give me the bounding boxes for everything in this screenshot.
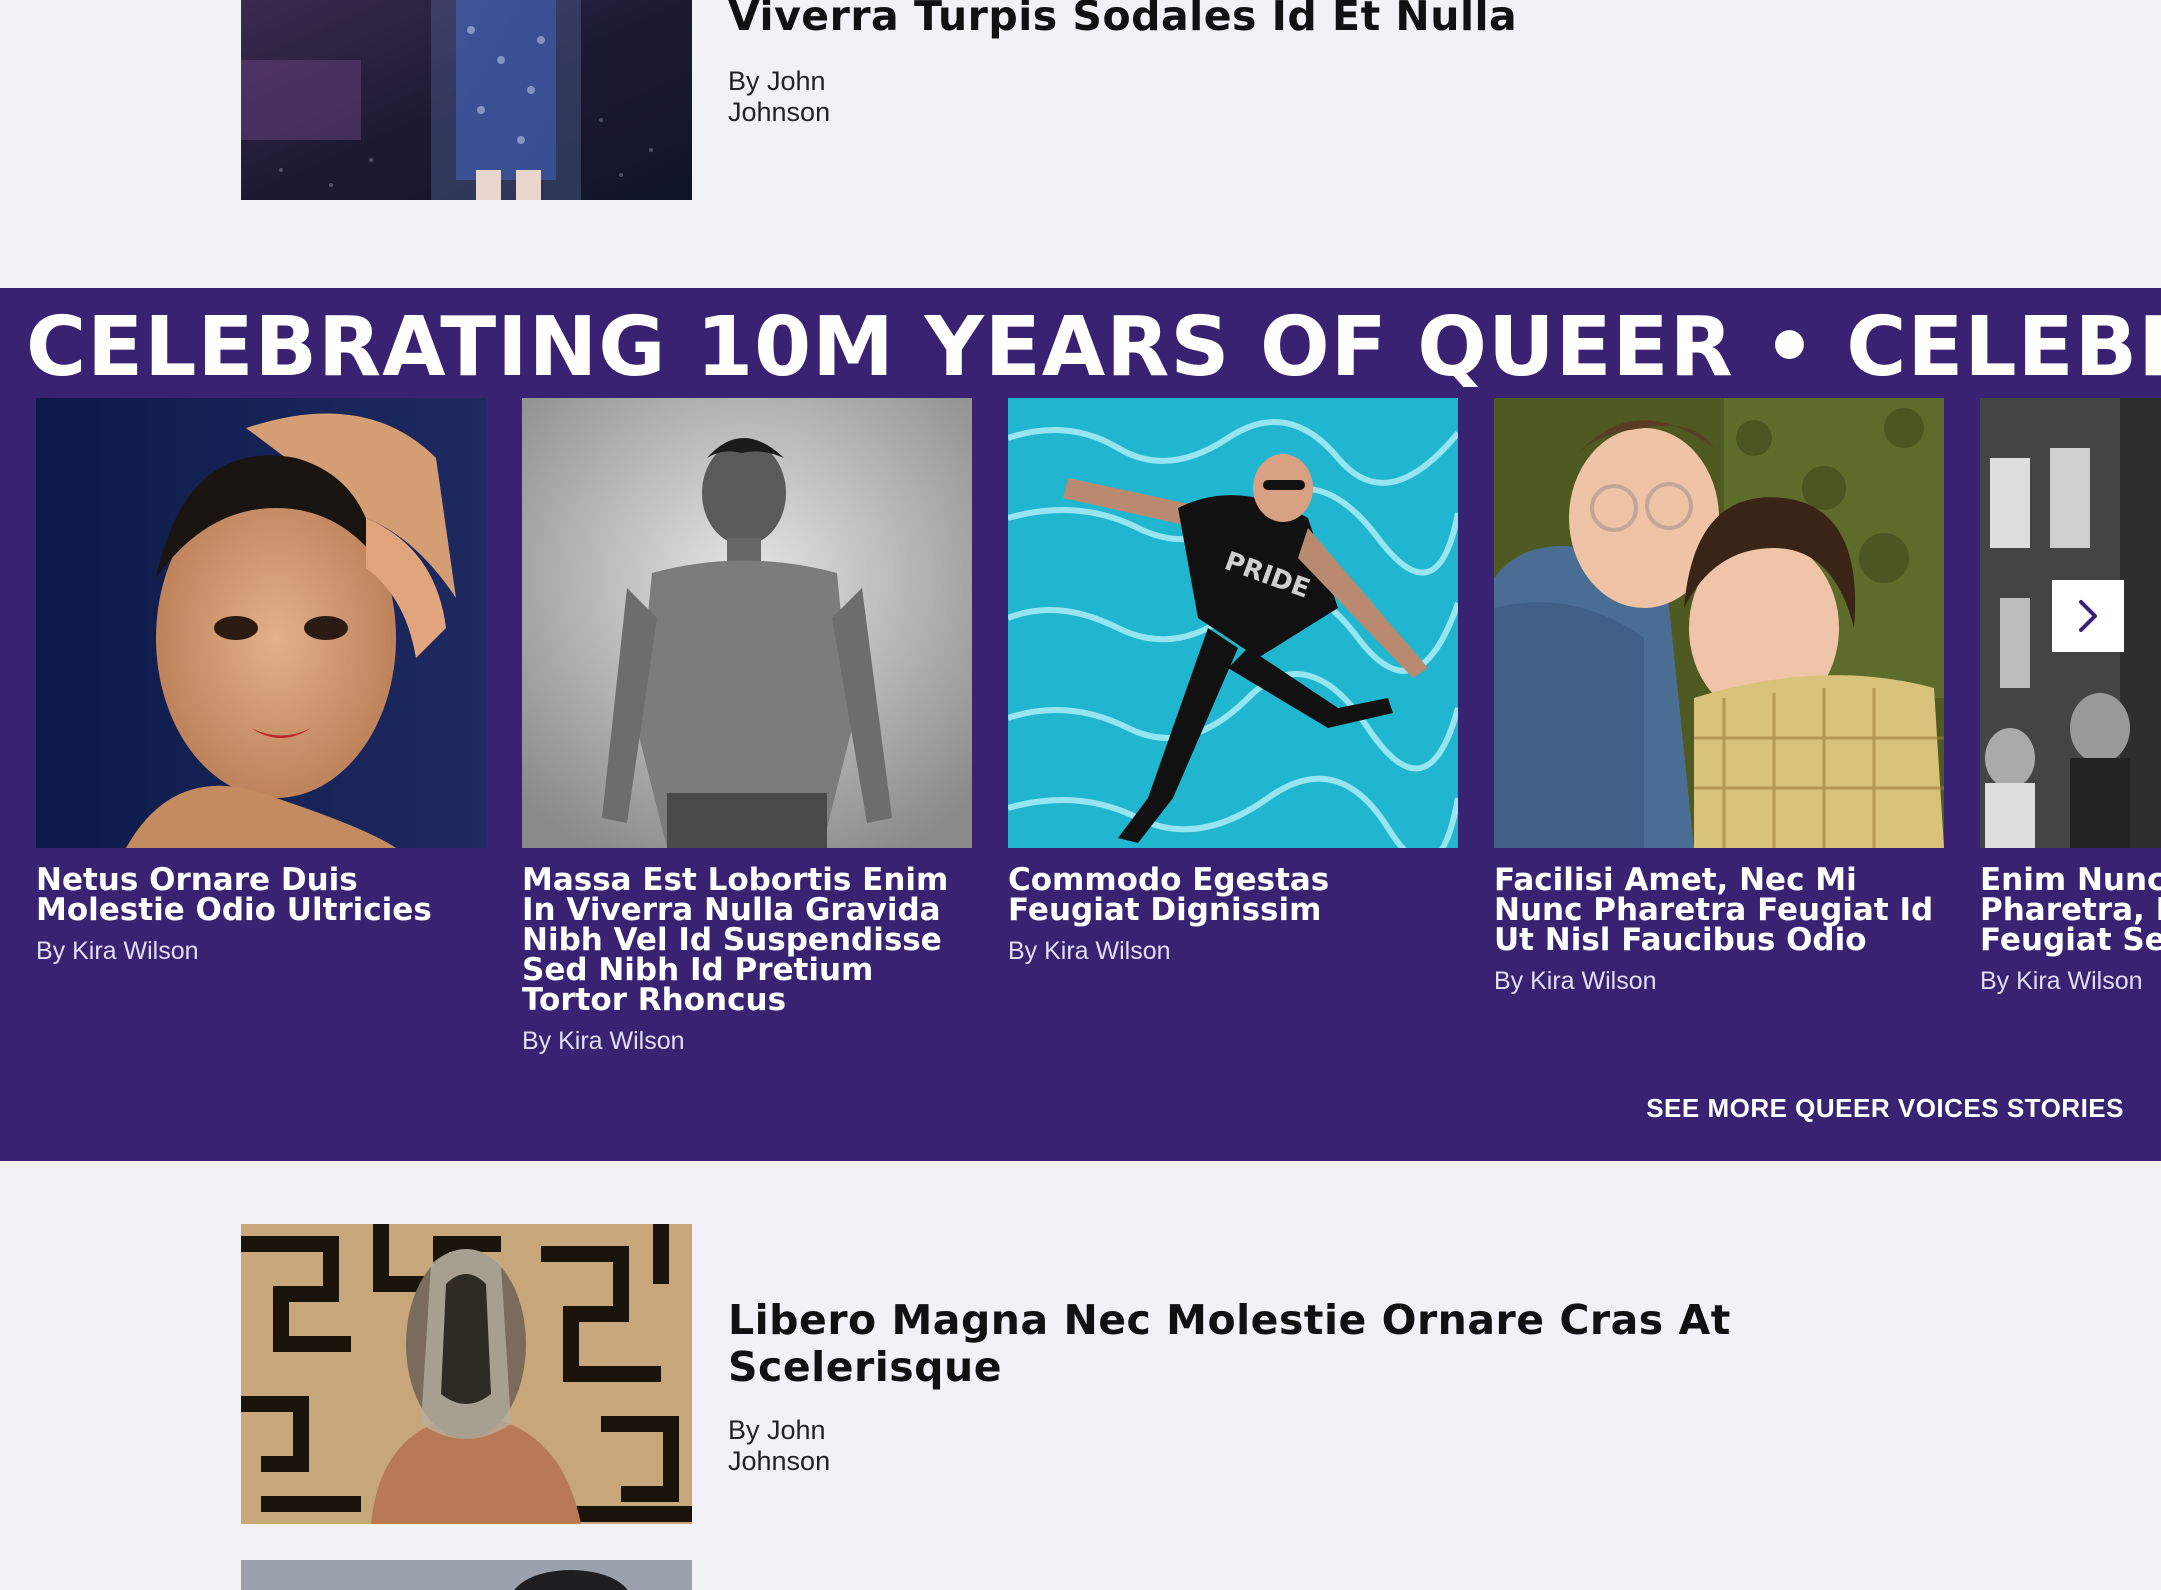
marquee-heading: CELEBRATING 10M YEARS OF QUEER • CELEBRA… — [26, 300, 2161, 395]
story-byline: By John Johnson — [728, 1415, 831, 1476]
card-image[interactable] — [36, 398, 486, 848]
story-thumbnail[interactable] — [241, 0, 692, 200]
card-image[interactable]: PRIDE — [1008, 398, 1458, 848]
chevron-right-icon — [2079, 600, 2097, 632]
card-byline: By Kira Wilson — [522, 1027, 685, 1055]
card-image[interactable] — [1494, 398, 1944, 848]
story-byline: By John Johnson — [728, 66, 831, 127]
story-title[interactable]: Viverra Turpis Sodales Id Et Nulla — [728, 0, 2028, 40]
card-title[interactable]: Massa Est Lobortis Enim In Viverra Nulla… — [522, 865, 972, 1016]
carousel-card[interactable]: Facilisi Amet, Nec Mi Nunc Pharetra Feug… — [1494, 398, 1944, 996]
card-byline: By Kira Wilson — [1008, 937, 1171, 965]
story-thumbnail[interactable] — [241, 1224, 692, 1524]
card-byline: By Kira Wilson — [36, 937, 199, 965]
carousel-card[interactable]: Enim Nunc Vulputate Pharetra, D Gravida … — [1980, 398, 2161, 996]
carousel-next-button[interactable] — [2052, 580, 2124, 652]
card-title[interactable]: Enim Nunc Vulputate Pharetra, D Gravida … — [1980, 865, 2161, 956]
card-image[interactable] — [522, 398, 972, 848]
carousel-card[interactable]: Massa Est Lobortis Enim In Viverra Nulla… — [522, 398, 972, 1056]
see-more-queer-voices-link[interactable]: SEE MORE QUEER VOICES STORIES — [1646, 1093, 2124, 1124]
card-byline: By Kira Wilson — [1494, 967, 1657, 995]
carousel-card[interactable]: PRIDE Commodo Egestas Feugiat Dignissim … — [1008, 398, 1458, 966]
card-title[interactable]: Netus Ornare Duis Molestie Odio Ultricie… — [36, 865, 486, 926]
card-byline: By Kira Wilson — [1980, 967, 2143, 995]
story-thumbnail[interactable] — [241, 1560, 692, 1590]
card-title[interactable]: Facilisi Amet, Nec Mi Nunc Pharetra Feug… — [1494, 865, 1944, 956]
story-title[interactable]: Libero Magna Nec Molestie Ornare Cras At… — [728, 1297, 1828, 1391]
queer-voices-carousel: CELEBRATING 10M YEARS OF QUEER • CELEBRA… — [0, 288, 2161, 1161]
card-title[interactable]: Commodo Egestas Feugiat Dignissim — [1008, 865, 1458, 926]
carousel-card[interactable]: Netus Ornare Duis Molestie Odio Ultricie… — [36, 398, 486, 966]
